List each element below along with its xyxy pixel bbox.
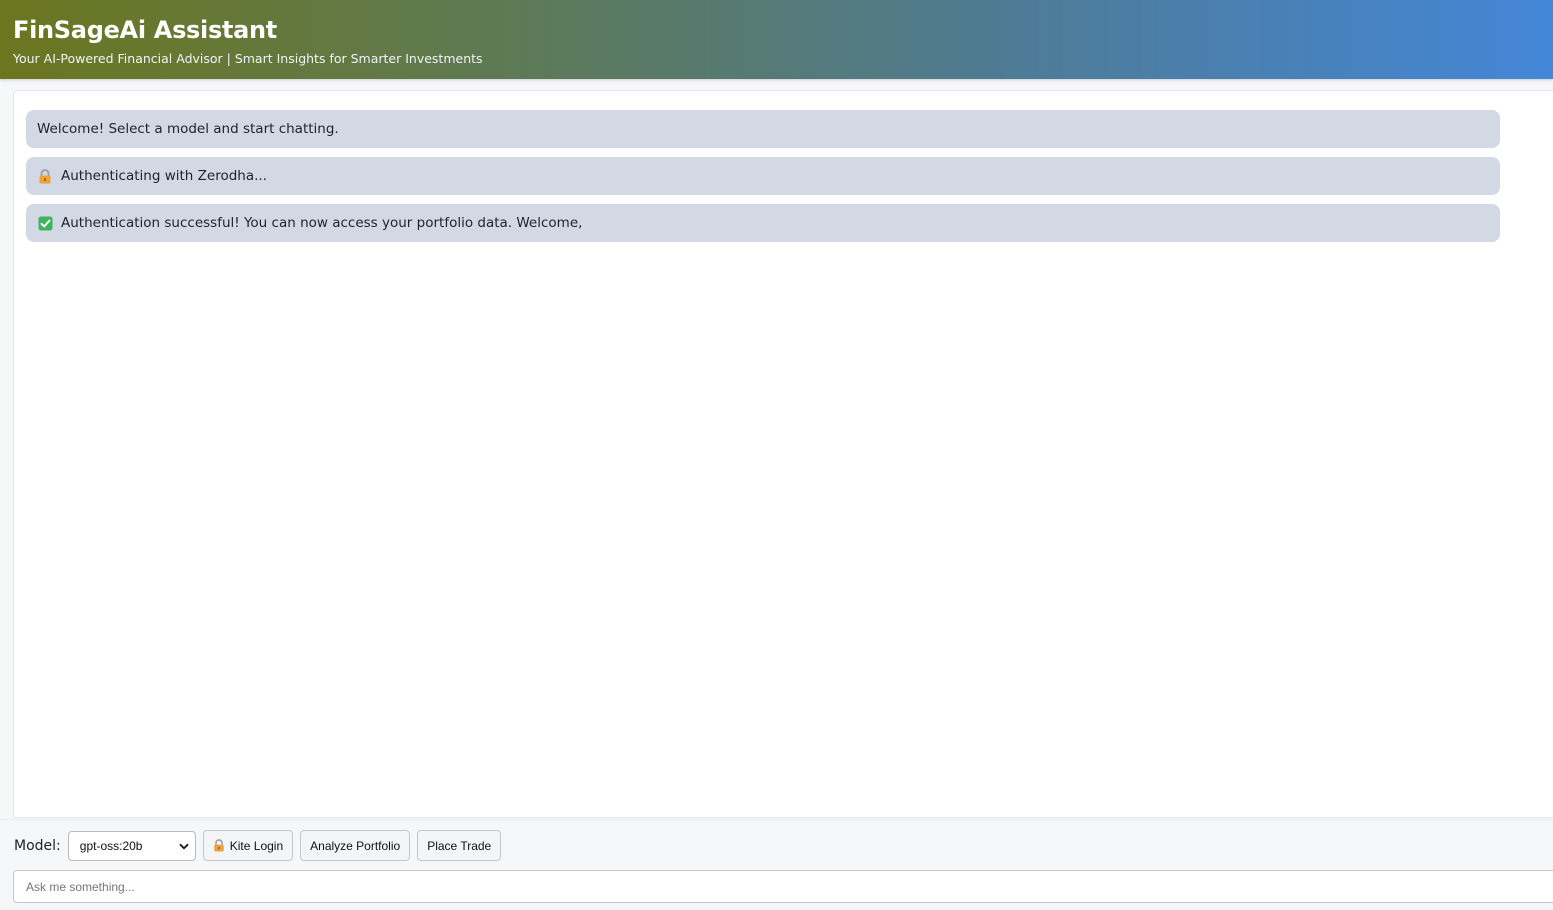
chat-messages-panel: Welcome! Select a model and start chatti… xyxy=(13,90,1553,818)
model-select[interactable]: gpt-oss:20b xyxy=(67,830,196,861)
analyze-portfolio-button[interactable]: Analyze Portfolio xyxy=(300,830,411,861)
chat-input[interactable] xyxy=(13,870,1553,903)
message-text: Authentication successful! You can now a… xyxy=(61,215,583,231)
kite-login-button[interactable]: Kite Login xyxy=(202,830,294,861)
message-authenticating: Authenticating with Zerodha... xyxy=(26,157,1500,195)
lock-icon xyxy=(213,839,226,852)
chevron-down-icon xyxy=(179,839,189,853)
controls-row: Model: gpt-oss:20b Kite Login Analyze Po… xyxy=(14,830,508,861)
place-trade-button[interactable]: Place Trade xyxy=(417,830,502,861)
model-label: Model: xyxy=(14,837,61,854)
model-selected-value: gpt-oss:20b xyxy=(79,838,143,853)
kite-login-label: Kite Login xyxy=(229,838,284,853)
message-text: Welcome! Select a model and start chatti… xyxy=(37,121,339,137)
message-auth-success: Authentication successful! You can now a… xyxy=(26,204,1500,242)
message-welcome: Welcome! Select a model and start chatti… xyxy=(26,110,1500,148)
app-subtitle: Your AI-Powered Financial Advisor | Smar… xyxy=(13,51,483,66)
check-mark-icon xyxy=(37,215,53,231)
controls-bar: Model: gpt-oss:20b Kite Login Analyze Po… xyxy=(0,819,1553,910)
message-text: Authenticating with Zerodha... xyxy=(61,168,267,184)
app-header: FinSageAi Assistant Your AI-Powered Fina… xyxy=(0,0,1553,79)
lock-icon xyxy=(37,168,53,184)
app-title: FinSageAi Assistant xyxy=(13,16,277,44)
